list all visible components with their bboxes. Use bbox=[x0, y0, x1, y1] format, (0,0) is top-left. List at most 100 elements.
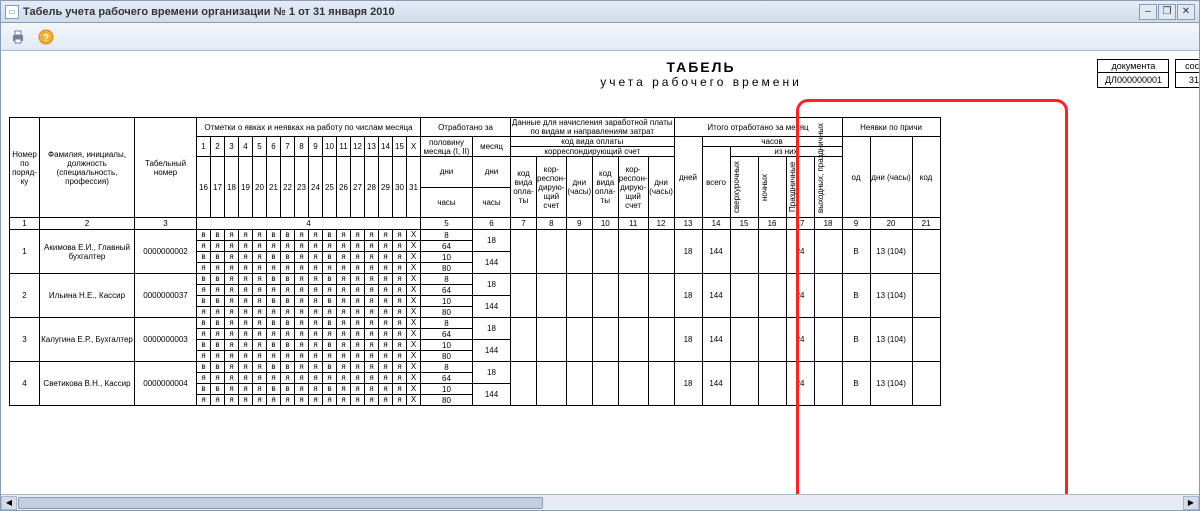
col-pay-code-2: код вида опла-ты bbox=[592, 157, 618, 218]
month-top: 18 bbox=[473, 230, 511, 252]
mark-cell: я bbox=[379, 274, 393, 285]
abs-code2 bbox=[912, 230, 940, 274]
mark-cell: я bbox=[365, 230, 379, 241]
mark-cell: X bbox=[407, 395, 421, 406]
mark-cell: я bbox=[225, 307, 239, 318]
col-abs-code2: код bbox=[912, 137, 940, 218]
mark-cell: я bbox=[351, 373, 365, 384]
tot-holiday: 24 bbox=[786, 318, 814, 362]
scroll-right-button[interactable]: ▶ bbox=[1183, 496, 1199, 510]
mark-cell: я bbox=[351, 318, 365, 329]
mark-cell: я bbox=[267, 329, 281, 340]
mark-cell: я bbox=[281, 241, 295, 252]
mark-cell: я bbox=[239, 318, 253, 329]
emp-num: 1 bbox=[10, 230, 40, 274]
horizontal-scrollbar[interactable]: ◀ ▶ bbox=[1, 494, 1199, 510]
mark-cell: в bbox=[211, 230, 225, 241]
mark-cell: в bbox=[323, 296, 337, 307]
mark-cell: я bbox=[295, 318, 309, 329]
day-col-9: 9 bbox=[309, 137, 323, 157]
emp-tabnum: 0000000003 bbox=[135, 318, 197, 362]
pay-cell bbox=[537, 274, 567, 318]
mark-cell: в bbox=[281, 296, 295, 307]
close-button[interactable]: ✕ bbox=[1177, 4, 1195, 20]
scroll-thumb[interactable] bbox=[18, 497, 543, 509]
col-tot-total: всего bbox=[702, 147, 730, 218]
mark-cell: в bbox=[197, 384, 211, 395]
scroll-left-button[interactable]: ◀ bbox=[1, 496, 17, 510]
mark-cell: я bbox=[393, 318, 407, 329]
colnum-20: 20 bbox=[870, 218, 912, 230]
mark-cell: я bbox=[253, 296, 267, 307]
tot-over bbox=[730, 274, 758, 318]
mark-cell: я bbox=[393, 373, 407, 384]
mark-cell: X bbox=[407, 362, 421, 373]
colnum-1: 1 bbox=[10, 218, 40, 230]
minimize-button[interactable]: – bbox=[1139, 4, 1157, 20]
maximize-button[interactable]: ❐ bbox=[1158, 4, 1176, 20]
half-val: 10 bbox=[421, 340, 473, 351]
mark-cell: я bbox=[365, 395, 379, 406]
colnum-10: 10 bbox=[592, 218, 618, 230]
mark-cell: я bbox=[253, 384, 267, 395]
mark-cell: я bbox=[239, 307, 253, 318]
mark-cell: я bbox=[379, 285, 393, 296]
doc-number-box: документа ДЛ000000001 bbox=[1097, 59, 1169, 88]
day-col-7: 7 bbox=[281, 137, 295, 157]
mark-cell: я bbox=[225, 296, 239, 307]
mark-cell: в bbox=[281, 318, 295, 329]
mark-cell: я bbox=[267, 285, 281, 296]
mark-cell: в bbox=[267, 318, 281, 329]
mark-cell: я bbox=[225, 340, 239, 351]
mark-cell: я bbox=[337, 373, 351, 384]
mark-cell: я bbox=[393, 241, 407, 252]
emp-tabnum: 0000000002 bbox=[135, 230, 197, 274]
tot-weekend bbox=[814, 318, 842, 362]
document-icon: ▭ bbox=[5, 5, 19, 19]
colnum-15: 15 bbox=[730, 218, 758, 230]
tot-weekend bbox=[814, 362, 842, 406]
mark-cell: в bbox=[323, 318, 337, 329]
mark-cell: я bbox=[281, 329, 295, 340]
tot-weekend bbox=[814, 230, 842, 274]
colnum-7: 7 bbox=[511, 218, 537, 230]
half-val: 8 bbox=[421, 318, 473, 329]
help-button[interactable]: ? bbox=[35, 26, 57, 48]
pay-cell bbox=[511, 274, 537, 318]
mark-cell: я bbox=[225, 329, 239, 340]
col-name: Фамилия, инициалы, должность (специально… bbox=[40, 118, 135, 218]
mark-cell: я bbox=[197, 263, 211, 274]
print-button[interactable] bbox=[7, 26, 29, 48]
mark-cell: в bbox=[281, 230, 295, 241]
mark-cell: я bbox=[225, 362, 239, 373]
mark-cell: я bbox=[239, 329, 253, 340]
mark-cell: я bbox=[365, 373, 379, 384]
col-tot-holiday: Праздничные bbox=[786, 157, 814, 218]
mark-cell: я bbox=[225, 384, 239, 395]
mark-cell: я bbox=[253, 274, 267, 285]
mark-cell: я bbox=[253, 307, 267, 318]
mark-cell: я bbox=[253, 285, 267, 296]
document-viewport: ТАБЕЛЬ учета рабочего времени документа … bbox=[1, 51, 1199, 494]
mark-cell: я bbox=[365, 329, 379, 340]
mark-cell: я bbox=[225, 274, 239, 285]
mark-cell: я bbox=[295, 296, 309, 307]
mark-cell: я bbox=[309, 384, 323, 395]
mark-cell: я bbox=[295, 230, 309, 241]
mark-cell: в bbox=[281, 362, 295, 373]
mark-cell: я bbox=[225, 318, 239, 329]
printer-icon bbox=[10, 29, 26, 45]
document-scroll-area[interactable]: ТАБЕЛЬ учета рабочего времени документа … bbox=[1, 51, 1199, 494]
mark-cell: я bbox=[211, 351, 225, 362]
tot-over bbox=[730, 362, 758, 406]
tot-days: 18 bbox=[674, 230, 702, 274]
mark-cell: я bbox=[337, 241, 351, 252]
scroll-track[interactable] bbox=[17, 496, 1183, 510]
abs-code: В bbox=[842, 274, 870, 318]
mark-cell: я bbox=[337, 274, 351, 285]
mark-cell: я bbox=[253, 252, 267, 263]
mark-cell: я bbox=[197, 351, 211, 362]
mark-cell: я bbox=[337, 285, 351, 296]
emp-tabnum: 0000000037 bbox=[135, 274, 197, 318]
mark-cell: я bbox=[337, 307, 351, 318]
